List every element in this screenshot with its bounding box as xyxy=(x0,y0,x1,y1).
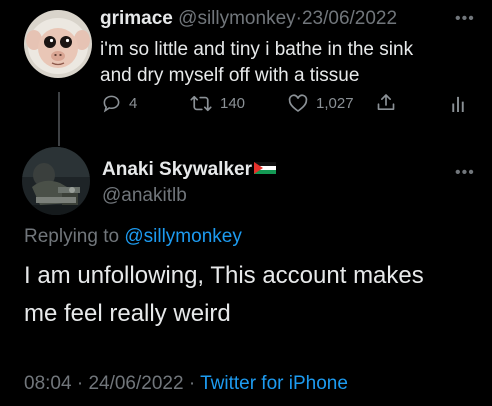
more-options-icon-reply[interactable]: ••• xyxy=(455,165,475,181)
tweet-actions: 4 140 1,027 xyxy=(100,92,480,114)
footer-separator-1: · xyxy=(76,373,84,394)
tweet-date[interactable]: 23/06/2022 xyxy=(302,8,397,29)
retweet-button[interactable]: 140 xyxy=(190,94,245,113)
reply-button[interactable]: 4 xyxy=(102,94,137,113)
footer-separator-2: · xyxy=(188,373,196,394)
reply-date[interactable]: 24/06/2022 xyxy=(88,373,183,394)
avatar-grimace[interactable] xyxy=(24,10,92,78)
thread-connector-line xyxy=(58,92,60,146)
tweet-source[interactable]: Twitter for iPhone xyxy=(200,373,348,394)
tweet-header: grimace @sillymonkey·23/06/2022 xyxy=(100,8,397,30)
like-count: 1,027 xyxy=(316,95,354,112)
palestine-flag-icon xyxy=(253,161,276,174)
like-button[interactable]: 1,027 xyxy=(288,94,354,113)
reply-display-name[interactable]: Anaki Skywalker xyxy=(102,159,252,180)
reply-time[interactable]: 08:04 xyxy=(24,373,72,394)
reply-text-line-1: I am unfollowing, This account makes xyxy=(24,262,424,289)
retweet-icon xyxy=(190,94,212,113)
avatar-anaki[interactable] xyxy=(22,147,90,215)
handle[interactable]: @sillymonkey xyxy=(178,8,295,29)
heart-icon xyxy=(288,94,308,113)
reply-count: 4 xyxy=(129,95,138,112)
retweet-count: 140 xyxy=(220,95,246,112)
reply-text-line-2: me feel really weird xyxy=(24,300,231,327)
reply-bubble-icon xyxy=(102,94,121,113)
replying-to: Replying to @sillymonkey xyxy=(24,226,242,248)
replying-to-handle[interactable]: @sillymonkey xyxy=(124,226,241,247)
share-button[interactable] xyxy=(376,92,396,113)
tweet-meta-footer: 08:04 · 24/06/2022 · Twitter for iPhone xyxy=(24,373,348,395)
tweet-text-line-1: i'm so little and tiny i bathe in the si… xyxy=(100,39,414,60)
share-icon xyxy=(376,92,396,113)
analytics-icon xyxy=(450,94,466,113)
more-options-icon[interactable]: ••• xyxy=(455,11,475,27)
analytics-button[interactable] xyxy=(450,94,466,113)
replying-to-label: Replying to xyxy=(24,226,120,247)
reply-handle[interactable]: @anakitlb xyxy=(102,185,187,207)
display-name[interactable]: grimace xyxy=(100,8,173,29)
reply-display-name-row: Anaki Skywalker xyxy=(102,159,276,181)
tweet-text-line-2: and dry myself off with a tissue xyxy=(100,65,360,86)
